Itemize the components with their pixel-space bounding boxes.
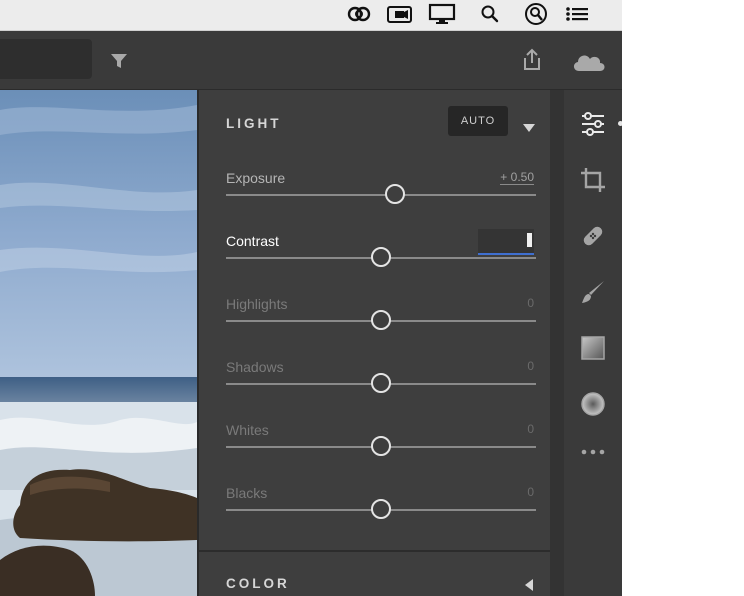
- highlights-slider-row: Highlights 0: [226, 296, 538, 356]
- app-window: LIGHT AUTO Exposure + 0.50 Contrast High…: [0, 0, 622, 596]
- highlights-value[interactable]: 0: [527, 296, 534, 310]
- blacks-label: Blacks: [226, 485, 268, 501]
- text-cursor: [527, 233, 532, 247]
- more-icon[interactable]: [577, 436, 609, 468]
- contrast-slider-knob[interactable]: [371, 247, 391, 267]
- exposure-track[interactable]: [226, 194, 536, 196]
- brush-icon[interactable]: [577, 276, 609, 308]
- chevron-left-icon[interactable]: [525, 578, 533, 596]
- list-icon[interactable]: [563, 2, 591, 26]
- highlights-label: Highlights: [226, 296, 288, 312]
- healing-bandage-icon[interactable]: [577, 220, 609, 252]
- video-camera-icon[interactable]: [386, 2, 414, 26]
- tool-strip: [564, 90, 622, 596]
- blacks-slider-knob[interactable]: [371, 499, 391, 519]
- menubar: [0, 0, 622, 31]
- contrast-value-field[interactable]: [478, 229, 534, 255]
- section-title-light[interactable]: LIGHT: [226, 116, 282, 131]
- linear-gradient-icon[interactable]: [577, 332, 609, 364]
- section-divider: [199, 550, 552, 552]
- exposure-slider-row: Exposure + 0.50: [226, 170, 538, 230]
- share-icon[interactable]: [520, 47, 544, 73]
- cloud-icon[interactable]: [570, 49, 608, 73]
- highlights-slider-knob[interactable]: [371, 310, 391, 330]
- edit-panel: LIGHT AUTO Exposure + 0.50 Contrast High…: [197, 90, 552, 596]
- auto-button[interactable]: AUTO: [448, 106, 508, 136]
- whites-value[interactable]: 0: [527, 422, 534, 436]
- whites-slider-knob[interactable]: [371, 436, 391, 456]
- sliders-icon[interactable]: [577, 108, 609, 140]
- photo-preview[interactable]: [0, 90, 197, 596]
- exposure-label: Exposure: [226, 170, 286, 186]
- whites-slider-row: Whites 0: [226, 422, 538, 482]
- contrast-label: Contrast: [226, 233, 279, 249]
- panel-gutter: [550, 90, 564, 596]
- display-icon[interactable]: [428, 2, 456, 26]
- app-toolbar: [0, 31, 622, 90]
- chevron-down-icon[interactable]: [523, 119, 535, 137]
- shadows-slider-row: Shadows 0: [226, 359, 538, 419]
- contrast-slider-row: Contrast: [226, 229, 538, 293]
- filter-icon[interactable]: [108, 51, 130, 71]
- crop-icon[interactable]: [577, 164, 609, 196]
- exposure-slider-knob[interactable]: [385, 184, 405, 204]
- search-field[interactable]: [0, 39, 92, 79]
- active-tool-indicator: [618, 121, 622, 126]
- search-icon[interactable]: [476, 2, 504, 26]
- radial-gradient-icon[interactable]: [577, 388, 609, 420]
- spotlight-icon[interactable]: [522, 2, 550, 26]
- exposure-value[interactable]: + 0.50: [500, 170, 534, 185]
- blacks-value[interactable]: 0: [527, 485, 534, 499]
- shadows-slider-knob[interactable]: [371, 373, 391, 393]
- shadows-label: Shadows: [226, 359, 284, 375]
- whites-label: Whites: [226, 422, 269, 438]
- section-title-color[interactable]: COLOR: [226, 576, 290, 591]
- shadows-value[interactable]: 0: [527, 359, 534, 373]
- blacks-slider-row: Blacks 0: [226, 485, 538, 545]
- creative-cloud-icon[interactable]: [345, 2, 373, 26]
